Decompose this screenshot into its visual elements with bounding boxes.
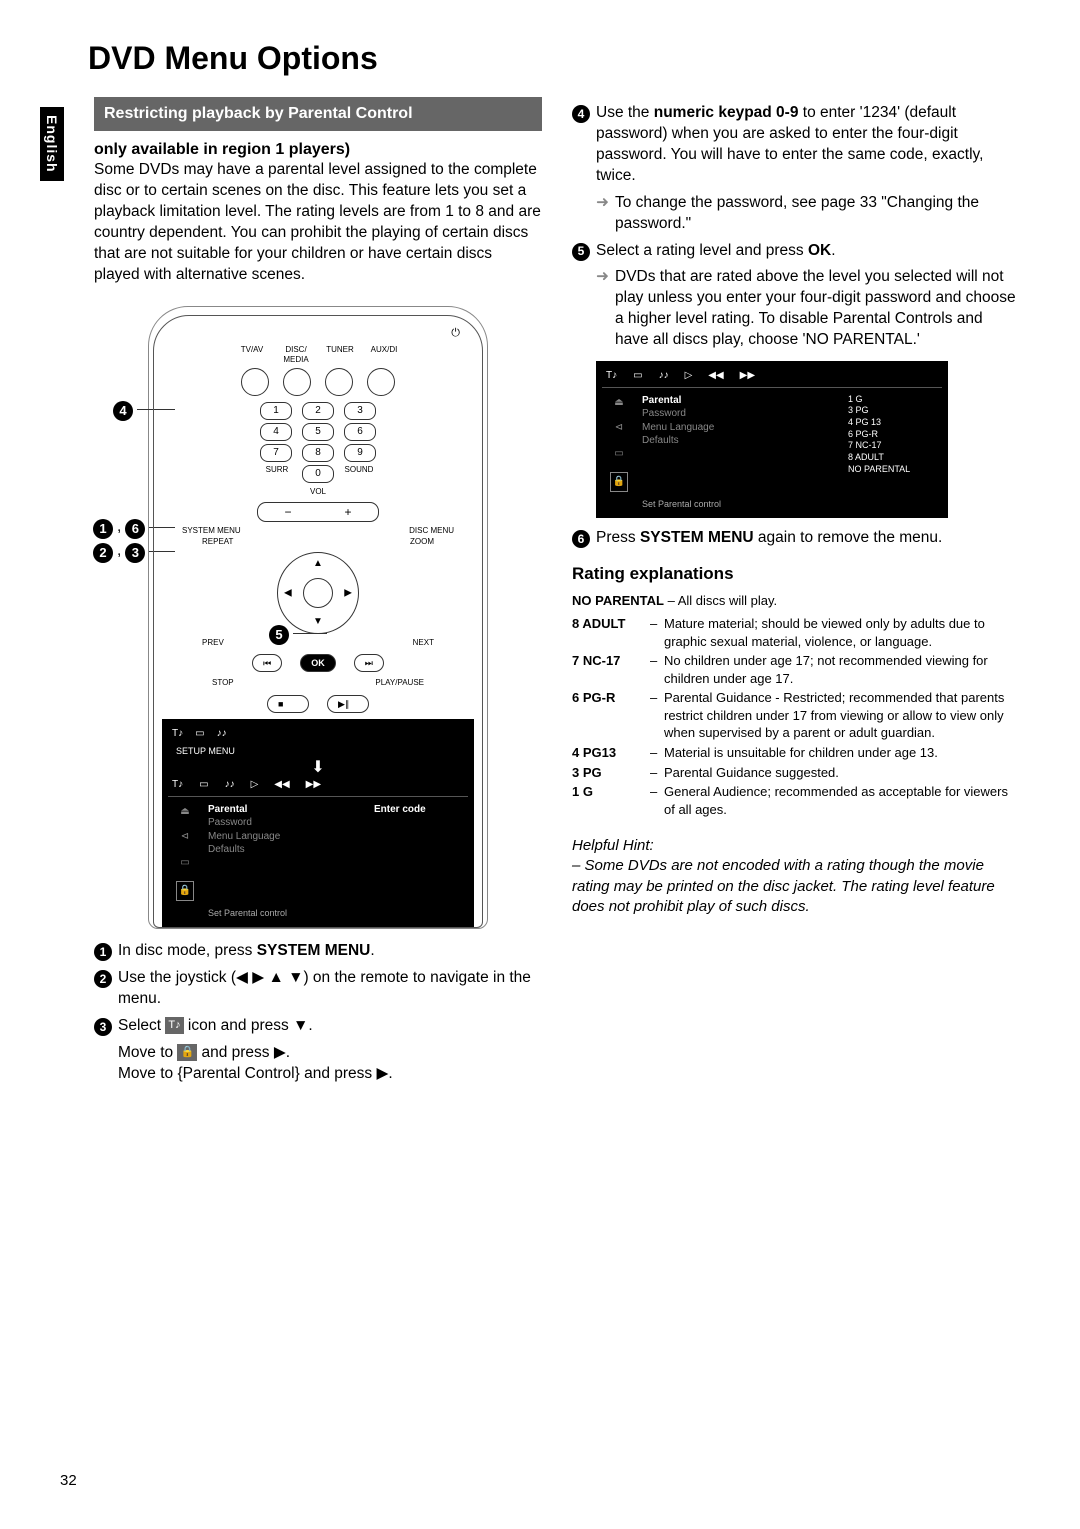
subhead: only available in region 1 players) bbox=[94, 139, 542, 161]
ratings-list: 8 ADULT–Mature material; should be viewe… bbox=[572, 615, 1020, 818]
right-column: 4 Use the numeric keypad 0-9 to enter '1… bbox=[572, 97, 1020, 1085]
intro-paragraph: Some DVDs may have a parental level assi… bbox=[94, 160, 542, 286]
helpful-hint: Helpful Hint: – Some DVDs are not encode… bbox=[572, 836, 1020, 917]
src-disc: DISC/ MEDIA bbox=[281, 345, 311, 367]
ok-button: OK bbox=[300, 654, 336, 672]
page-title: DVD Menu Options bbox=[88, 40, 1020, 77]
columns: Restricting playback by Parental Control… bbox=[94, 97, 1020, 1085]
content-area: English Restricting playback by Parental… bbox=[40, 97, 1020, 1085]
step-5: 5 Select a rating level and press OK. bbox=[572, 241, 1020, 262]
src-btn bbox=[283, 368, 311, 396]
page-number: 32 bbox=[60, 1472, 77, 1489]
src-btn bbox=[241, 368, 269, 396]
ratings-title: Rating explanations bbox=[572, 563, 1020, 586]
src-aux: AUX/DI bbox=[369, 345, 399, 367]
step-2: 2 Use the joystick (◀ ▶ ▲ ▼) on the remo… bbox=[94, 968, 542, 1010]
no-parental-line: NO PARENTAL – All discs will play. bbox=[572, 592, 1020, 610]
speaker-icon: T♪ bbox=[165, 1017, 183, 1034]
src-tv: TV/AV bbox=[237, 345, 267, 367]
step-1: 1 In disc mode, press SYSTEM MENU. bbox=[94, 941, 542, 962]
step-3c: Move to {Parental Control} and press ▶. bbox=[118, 1064, 542, 1085]
language-tab: English bbox=[40, 107, 64, 181]
rating-row: 1 G–General Audience; recommended as acc… bbox=[572, 783, 1020, 818]
step-4: 4 Use the numeric keypad 0-9 to enter '1… bbox=[572, 103, 1020, 187]
joystick: ▲▼◀▶ bbox=[277, 552, 359, 634]
setup-menu-label: SETUP MENU bbox=[172, 743, 239, 759]
src-btn bbox=[325, 368, 353, 396]
system-menu-label: SYSTEM MENU bbox=[182, 526, 241, 537]
rating-row: 6 PG-R–Parental Guidance - Restricted; r… bbox=[572, 689, 1020, 742]
section-header: Restricting playback by Parental Control bbox=[94, 97, 542, 131]
lock-icon: 🔒 bbox=[177, 1044, 197, 1061]
rating-row: 4 PG13–Material is unsuitable for childr… bbox=[572, 744, 1020, 762]
menu-screen-2: T♪▭♪♪▷◀◀▶▶ ⏏⊲▭🔒 Parental Password Menu L… bbox=[596, 361, 948, 518]
step-5-arrow: DVDs that are rated above the level you … bbox=[596, 267, 1020, 351]
rating-row: 3 PG–Parental Guidance suggested. bbox=[572, 764, 1020, 782]
remote-diagram: 4 1 , 6 2 , 3 5 bbox=[148, 306, 488, 929]
src-btn bbox=[367, 368, 395, 396]
step-4-arrow: To change the password, see page 33 "Cha… bbox=[596, 193, 1020, 235]
power-icon: ⏻ bbox=[162, 326, 474, 341]
src-tuner: TUNER bbox=[325, 345, 355, 367]
menu-screen-1: T♪▭♪♪ SETUP MENU ⬇ T♪▭♪♪▷◀◀▶▶ ⏏⊲▭🔒 Paren… bbox=[162, 719, 474, 927]
rating-row: 7 NC-17–No children under age 17; not re… bbox=[572, 652, 1020, 687]
rating-row: 8 ADULT–Mature material; should be viewe… bbox=[572, 615, 1020, 650]
step-3: 3 Select T♪ icon and press ▼. bbox=[94, 1016, 542, 1037]
left-column: Restricting playback by Parental Control… bbox=[94, 97, 542, 1085]
step-6: 6 Press SYSTEM MENU again to remove the … bbox=[572, 528, 1020, 549]
